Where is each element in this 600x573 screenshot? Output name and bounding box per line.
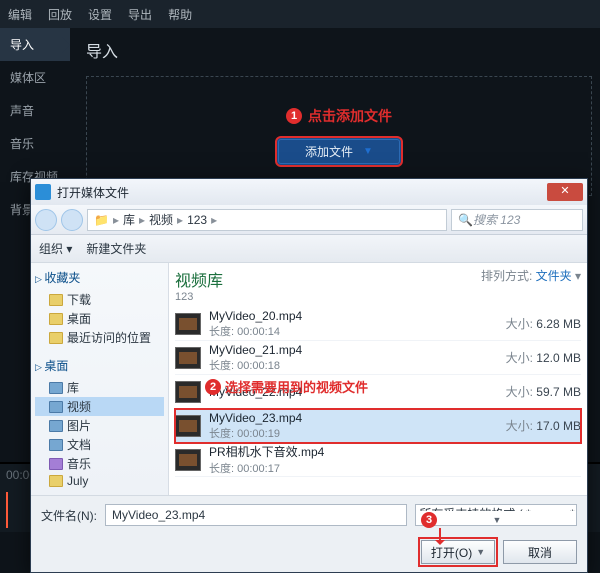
nav-music[interactable]: 音乐 <box>0 127 70 160</box>
dialog-sidebar: 收藏夹 下载 桌面 最近访问的位置 桌面 库 视频 图片 文档 音乐 July <box>31 263 169 495</box>
filename-label: 文件名(N): <box>41 507 97 524</box>
side-music[interactable]: 音乐 <box>35 454 164 473</box>
list-title: 视频库 <box>175 267 223 291</box>
file-size: 大小: 59.7 MB <box>481 383 581 400</box>
file-list: 视频库 123 排列方式: 文件夹 ▾ MyVideo_20.mp4 长度: 0… <box>169 263 587 495</box>
dialog-footer: 文件名(N): MyVideo_23.mp4 所有受支持的格式 ( *.mepx… <box>31 495 587 572</box>
video-thumb-icon <box>175 381 201 403</box>
desktop-header[interactable]: 桌面 <box>35 357 164 374</box>
video-thumb-icon <box>175 415 201 437</box>
add-file-button[interactable]: 添加文件 ▼ <box>275 136 403 167</box>
badge-3-icon: 3 <box>421 512 437 528</box>
menu-edit[interactable]: 编辑 <box>8 6 32 23</box>
menu-export[interactable]: 导出 <box>128 6 152 23</box>
back-button[interactable] <box>35 209 57 231</box>
filter-dropdown[interactable]: 所有受支持的格式 ( *.mepx; *▼ <box>415 504 577 526</box>
file-name: PR相机水下音效.mp4 <box>209 443 473 460</box>
import-panel: 导入 1 点击添加文件 添加文件 ▼ <box>80 28 598 200</box>
file-name: MyVideo_21.mp4 <box>209 343 473 357</box>
file-size: 大小: 6.28 MB <box>481 315 581 332</box>
breadcrumb[interactable]: 📁 ▸ 库 ▸ 视频 ▸ 123 ▸ <box>87 209 447 231</box>
file-length: 长度: 00:00:17 <box>209 460 473 476</box>
import-title: 导入 <box>80 28 598 72</box>
fav-header[interactable]: 收藏夹 <box>35 269 164 286</box>
dialog-title: 打开媒体文件 <box>57 184 541 201</box>
chevron-down-icon: ▼ <box>363 146 373 157</box>
menu-playback[interactable]: 回放 <box>48 6 72 23</box>
dialog-titlebar[interactable]: 打开媒体文件 ✕ <box>31 179 587 205</box>
file-length: 长度: 00:00:19 <box>209 425 473 441</box>
menu-settings[interactable]: 设置 <box>88 6 112 23</box>
cancel-button[interactable]: 取消 <box>503 540 577 564</box>
list-subtitle: 123 <box>175 291 223 303</box>
app-icon <box>35 184 51 200</box>
side-downloads[interactable]: 下载 <box>35 290 164 309</box>
side-video[interactable]: 视频 <box>35 397 164 416</box>
side-recent[interactable]: 最近访问的位置 <box>35 328 164 347</box>
filename-input[interactable]: MyVideo_23.mp4 <box>105 504 407 526</box>
dialog-navbar: 📁 ▸ 库 ▸ 视频 ▸ 123 ▸ 🔍 搜索 123 <box>31 205 587 235</box>
file-name: MyVideo_23.mp4 <box>209 411 473 425</box>
search-icon: 🔍 <box>458 213 473 227</box>
main-menu: 编辑 回放 设置 导出 帮助 <box>0 0 600 28</box>
file-row[interactable]: PR相机水下音效.mp4 长度: 00:00:17 <box>175 443 581 477</box>
open-button[interactable]: 打开(O)▼ <box>421 540 495 564</box>
badge-1-icon: 1 <box>286 108 302 124</box>
video-thumb-icon <box>175 449 201 471</box>
video-thumb-icon <box>175 347 201 369</box>
file-row[interactable]: MyVideo_20.mp4 长度: 00:00:14 大小: 6.28 MB <box>175 307 581 341</box>
file-name: MyVideo_20.mp4 <box>209 309 473 323</box>
nav-import[interactable]: 导入 <box>0 28 70 61</box>
file-row[interactable]: MyVideo_23.mp4 长度: 00:00:19 大小: 17.0 MB <box>175 409 581 443</box>
side-doc[interactable]: 文档 <box>35 435 164 454</box>
file-row[interactable]: MyVideo_21.mp4 长度: 00:00:18 大小: 12.0 MB <box>175 341 581 375</box>
side-lib[interactable]: 库 <box>35 378 164 397</box>
video-thumb-icon <box>175 313 201 335</box>
organize-menu[interactable]: 组织 ▾ <box>39 240 72 257</box>
menu-help[interactable]: 帮助 <box>168 6 192 23</box>
sort-control[interactable]: 排列方式: 文件夹 ▾ <box>481 267 581 284</box>
file-size: 大小: 12.0 MB <box>481 349 581 366</box>
dialog-toolbar: 组织 ▾ 新建文件夹 <box>31 235 587 263</box>
new-folder-button[interactable]: 新建文件夹 <box>86 240 146 257</box>
side-desktop[interactable]: 桌面 <box>35 309 164 328</box>
annotation-1: 1 点击添加文件 <box>286 106 392 126</box>
annotation-2: 2 选择需要用到的视频文件 <box>205 377 368 396</box>
playhead-marker[interactable] <box>6 492 8 528</box>
file-size: 大小: 17.0 MB <box>481 417 581 434</box>
close-button[interactable]: ✕ <box>547 183 583 201</box>
file-dialog: 打开媒体文件 ✕ 📁 ▸ 库 ▸ 视频 ▸ 123 ▸ 🔍 搜索 123 组织 … <box>30 178 588 573</box>
file-length: 长度: 00:00:14 <box>209 323 473 339</box>
nav-media[interactable]: 媒体区 <box>0 61 70 94</box>
file-length: 长度: 00:00:18 <box>209 357 473 373</box>
side-july[interactable]: July <box>35 473 164 489</box>
folder-icon: 📁 <box>94 213 109 227</box>
search-input[interactable]: 🔍 搜索 123 <box>451 209 583 231</box>
badge-2-icon: 2 <box>205 379 221 395</box>
forward-button[interactable] <box>61 209 83 231</box>
nav-sound[interactable]: 声音 <box>0 94 70 127</box>
side-pic[interactable]: 图片 <box>35 416 164 435</box>
